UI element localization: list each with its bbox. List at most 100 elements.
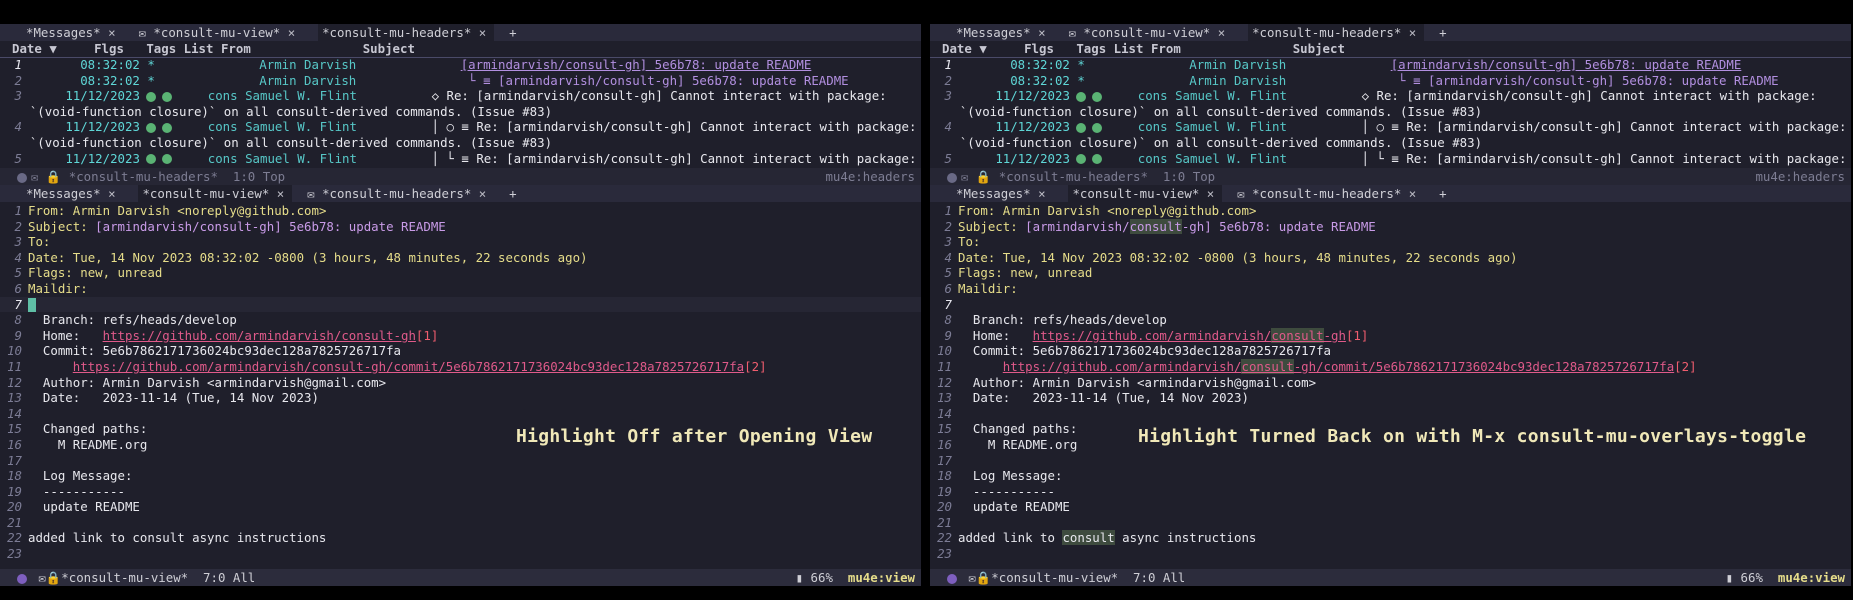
close-icon[interactable]: × — [288, 25, 295, 40]
header-row[interactable]: 1 08:32:02 * Armin Darvish [armindarvish… — [930, 57, 1851, 73]
modeline-buffer[interactable]: *consult-mu-headers* — [69, 169, 218, 184]
modeline-mode: mu4e:view — [1777, 570, 1845, 585]
from-label: From: — [28, 203, 66, 218]
header-from: cons Samuel W. Flint — [207, 150, 357, 166]
new-tab-button[interactable]: + — [1439, 25, 1446, 40]
modeline-headers: ✉ 🔒 *consult-mu-headers* 1:0 Top mu4e:hea… — [0, 168, 921, 185]
modeline-buffer[interactable]: *consult-mu-view* — [991, 570, 1118, 585]
header-row-wrap: `(void-function closure)` on all consult… — [0, 135, 921, 151]
commit-ref[interactable]: [2] — [1674, 359, 1696, 374]
header-time: 11/12/2023 — [65, 119, 140, 135]
tab-consult-mu-headers[interactable]: ✉ *consult-mu-headers* × — [1237, 186, 1424, 201]
from-value[interactable]: Armin Darvish <noreply@github.com> — [1003, 203, 1257, 218]
close-icon[interactable]: × — [479, 25, 486, 40]
new-tab-button[interactable]: + — [509, 25, 516, 40]
added-line: added link to consult async instructions — [28, 530, 327, 546]
lock-icon: 🔒 — [45, 570, 62, 585]
close-icon[interactable]: × — [1218, 25, 1225, 40]
header-row-wrap: `(void-function closure)` on all consult… — [0, 104, 921, 120]
envelope-icon: ✉ — [138, 25, 146, 40]
col-flags[interactable]: Flgs — [94, 41, 124, 56]
col-flags[interactable]: Flgs — [1024, 41, 1054, 56]
home-link[interactable]: https://github.com/armindarvish/consult-… — [1033, 327, 1346, 343]
col-list[interactable]: List — [1114, 41, 1144, 56]
tab-messages[interactable]: *Messages* × — [26, 25, 124, 40]
from-value[interactable]: Armin Darvish <noreply@github.com> — [73, 203, 327, 218]
close-icon[interactable]: × — [1409, 186, 1416, 201]
commit-link[interactable]: https://github.com/armindarvish/consult-… — [1003, 358, 1674, 374]
header-row[interactable]: 4 11/12/2023 cons Samuel W. Flint │ ○ ≡ … — [0, 119, 921, 135]
header-time: 08:32:02 — [1010, 72, 1070, 88]
tab-consult-mu-headers[interactable]: *consult-mu-headers* × — [1248, 24, 1425, 41]
commit-ref[interactable]: [2] — [744, 359, 766, 374]
tab-consult-mu-view[interactable]: ✉ *consult-mu-view* × — [1068, 25, 1233, 40]
header-time: 08:32:02 — [1010, 57, 1070, 72]
sort-down-icon: ▼ — [979, 41, 987, 56]
text-cursor — [28, 298, 36, 313]
col-subject[interactable]: Subject — [363, 41, 415, 56]
header-row[interactable]: 2 08:32:02 * Armin Darvish └ ≡ [armindar… — [0, 73, 921, 89]
envelope-icon: ✉ — [1068, 25, 1076, 40]
new-tab-button[interactable]: + — [1439, 186, 1446, 201]
col-tags[interactable]: Tags — [146, 41, 176, 56]
tab-messages[interactable]: *Messages* × — [956, 186, 1054, 201]
header-from: Armin Darvish — [1189, 72, 1287, 88]
modeline-mode: mu4e:headers — [1755, 169, 1845, 184]
commit-link[interactable]: https://github.com/armindarvish/consult-… — [73, 359, 744, 374]
tab-messages[interactable]: *Messages* × — [956, 25, 1054, 40]
close-icon[interactable]: × — [108, 25, 115, 40]
close-icon[interactable]: × — [1409, 25, 1416, 40]
close-icon[interactable]: × — [277, 186, 284, 201]
tab-consult-mu-view[interactable]: ✉ *consult-mu-view* × — [138, 25, 303, 40]
header-row[interactable]: 2 08:32:02 * Armin Darvish └ ≡ [armindar… — [930, 73, 1851, 89]
col-tags[interactable]: Tags — [1076, 41, 1106, 56]
col-list[interactable]: List — [184, 41, 214, 56]
header-row[interactable]: 3 11/12/2023 cons Samuel W. Flint ◇ Re: … — [0, 88, 921, 104]
header-flag: * — [1077, 57, 1085, 72]
flags-label: Flags: — [28, 265, 73, 281]
subject-value: [armindarvish/consult-gh] 5e6b78: update… — [95, 218, 446, 234]
header-subject: │ └ ≡ Re: [armindarvish/consult-gh] Cann… — [1361, 150, 1847, 166]
col-subject[interactable]: Subject — [1293, 41, 1345, 56]
tab-consult-mu-view[interactable]: *consult-mu-view* × — [138, 185, 293, 202]
header-row[interactable]: 5 11/12/2023 cons Samuel W. Flint │ └ ≡ … — [0, 151, 921, 167]
home-ref[interactable]: [1] — [416, 328, 438, 343]
home-ref[interactable]: [1] — [1346, 328, 1368, 343]
close-icon[interactable]: × — [1207, 186, 1214, 201]
modeline-buffer[interactable]: *consult-mu-headers* — [999, 169, 1148, 184]
tab-consult-mu-view[interactable]: *consult-mu-view* × — [1068, 185, 1223, 202]
modeline-view: ✉🔒*consult-mu-view* 7:0 All ▮ 66% mu4e:vi… — [0, 569, 921, 586]
header-subject: [armindarvish/consult-gh] 5e6b78: update… — [460, 57, 812, 72]
mail-icon: ✉ — [968, 570, 976, 585]
col-date[interactable]: Date — [12, 41, 42, 56]
header-row[interactable]: 5 11/12/2023 cons Samuel W. Flint │ └ ≡ … — [930, 151, 1851, 167]
home-link[interactable]: https://github.com/armindarvish/consult-… — [103, 328, 416, 343]
tab-consult-mu-headers[interactable]: ✉ *consult-mu-headers* × — [307, 186, 494, 201]
new-tab-button[interactable]: + — [509, 186, 516, 201]
tab-messages[interactable]: *Messages* × — [26, 186, 124, 201]
tab-label: *consult-mu-view* — [1083, 25, 1211, 40]
header-subject: [armindarvish/consult-gh] 5e6b78: update… — [1390, 57, 1742, 72]
header-row[interactable]: 4 11/12/2023 cons Samuel W. Flint │ ○ ≡ … — [930, 119, 1851, 135]
close-icon[interactable]: × — [108, 186, 115, 201]
col-date[interactable]: Date — [942, 41, 972, 56]
header-from: cons Samuel W. Flint — [1137, 150, 1287, 166]
header-time: 11/12/2023 — [65, 150, 140, 166]
maildir-label: Maildir: — [958, 280, 1018, 296]
flags-label: Flags: — [958, 265, 1003, 281]
col-from[interactable]: From — [1151, 41, 1181, 56]
tab-consult-mu-headers[interactable]: *consult-mu-headers* × — [318, 24, 495, 41]
home-label: Home: — [28, 327, 103, 343]
header-from: Armin Darvish — [1189, 57, 1287, 72]
header-row[interactable]: 3 11/12/2023 cons Samuel W. Flint ◇ Re: … — [930, 88, 1851, 104]
headers-column-row: Date ▼ Flgs Tags List From Subject — [0, 41, 921, 57]
close-icon[interactable]: × — [1038, 186, 1045, 201]
modeline-buffer[interactable]: *consult-mu-view* — [61, 570, 188, 585]
close-icon[interactable]: × — [479, 186, 486, 201]
close-icon[interactable]: × — [1038, 25, 1045, 40]
col-from[interactable]: From — [221, 41, 251, 56]
changed-paths-line: Changed paths: — [28, 421, 148, 437]
emacs-frame-left: *Messages* × ✉ *consult-mu-view* × *cons… — [0, 24, 921, 586]
evil-state-icon — [946, 573, 957, 584]
header-row[interactable]: 1 08:32:02 * Armin Darvish [armindarvish… — [0, 57, 921, 73]
